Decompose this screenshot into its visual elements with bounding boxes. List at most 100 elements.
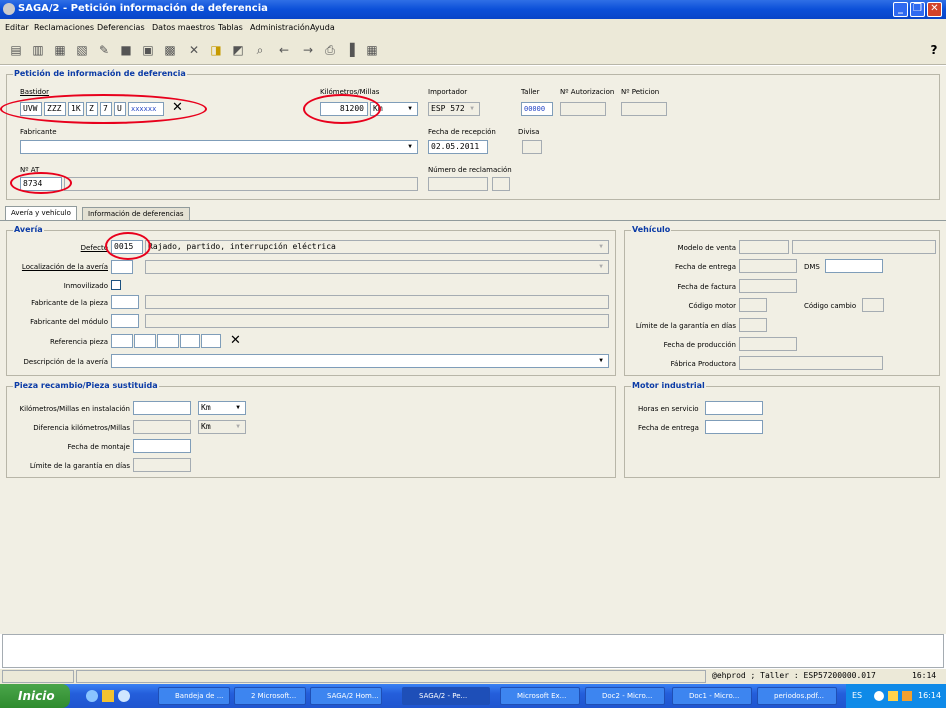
search-icon[interactable]: ⌕ bbox=[252, 43, 268, 57]
num-reclamacion-label: Número de reclamación bbox=[428, 166, 512, 174]
ref-pieza-seg-2[interactable] bbox=[134, 334, 156, 348]
task-doc1[interactable]: Doc1 - Micro... bbox=[672, 687, 752, 705]
menu-deferencias[interactable]: Deferencias bbox=[97, 23, 145, 32]
menu-tablas[interactable]: Tablas bbox=[218, 23, 243, 32]
save-icon[interactable]: ■ bbox=[118, 43, 134, 57]
diferencia-unit: Km bbox=[201, 422, 211, 431]
localizacion-code-input[interactable] bbox=[111, 260, 133, 274]
task-doc2[interactable]: Doc2 - Micro... bbox=[585, 687, 665, 705]
defecto-desc-select[interactable]: Rajado, partido, interrupción eléctrica … bbox=[145, 240, 609, 254]
km-instalacion-input[interactable] bbox=[133, 401, 191, 415]
localizacion-select[interactable]: ▼ bbox=[145, 260, 609, 274]
defecto-label: Defecto bbox=[80, 244, 108, 252]
codigo-cambio-input bbox=[862, 298, 884, 312]
clipboard-icon[interactable]: ▣ bbox=[140, 43, 156, 57]
task-saga-pe[interactable]: SAGA/2 - Pe... bbox=[402, 687, 490, 705]
importador-label: Importador bbox=[428, 88, 468, 96]
menu-editar[interactable]: Editar bbox=[5, 23, 29, 32]
task-bandeja[interactable]: Bandeja de ... bbox=[158, 687, 230, 705]
limite-garantia-pieza-input bbox=[133, 458, 191, 472]
inmovilizado-checkbox[interactable] bbox=[111, 280, 121, 290]
toolbar: ▤ ▥ ▦ ▧ ✎ ■ ▣ ▩ ✕ ◨ ◩ ⌕ ← → ⎙ ▐ ▦ ? bbox=[0, 35, 946, 65]
chevron-down-icon: ▼ bbox=[408, 105, 412, 112]
window-title: SAGA/2 - Petición información de deferen… bbox=[18, 3, 268, 14]
limite-garantia-veh-label: Límite de la garantía en días bbox=[635, 322, 736, 330]
task-excel[interactable]: Microsoft Ex... bbox=[500, 687, 580, 705]
descripcion-select[interactable]: ▼ bbox=[111, 354, 609, 368]
task-saga-home[interactable]: SAGA/2 Hom... bbox=[310, 687, 382, 705]
km-instalacion-unit: Km bbox=[201, 403, 211, 412]
fecha-produccion-label: Fecha de producción bbox=[663, 341, 736, 349]
status-time: 16:14 bbox=[912, 671, 937, 680]
ref-pieza-seg-5[interactable] bbox=[201, 334, 221, 348]
fabrica-input bbox=[739, 356, 883, 370]
diferencia-input bbox=[133, 420, 191, 434]
document-icon[interactable]: ▦ bbox=[52, 43, 68, 57]
outlook-icon[interactable] bbox=[102, 690, 114, 702]
horas-input[interactable] bbox=[705, 401, 763, 415]
calendar-icon[interactable]: ▦ bbox=[364, 43, 380, 57]
fecha-factura-label: Fecha de factura bbox=[677, 283, 736, 291]
chevron-down-icon: ▼ bbox=[470, 105, 474, 112]
localizacion-label: Localización de la avería bbox=[21, 263, 108, 271]
task-periodos[interactable]: periodos.pdf... bbox=[757, 687, 837, 705]
menu-datos-maestros[interactable]: Datos maestros bbox=[152, 23, 215, 32]
cancel-icon[interactable]: ✕ bbox=[186, 43, 202, 57]
new-icon[interactable]: ▤ bbox=[8, 43, 24, 57]
import-icon[interactable]: ◨ bbox=[208, 43, 224, 57]
barcode-icon[interactable]: ▐ bbox=[342, 43, 358, 57]
start-button[interactable]: Inicio bbox=[0, 684, 70, 708]
tray-lang[interactable]: ES bbox=[852, 684, 862, 708]
paste-icon[interactable]: ▩ bbox=[162, 43, 178, 57]
km-instalacion-label: Kilómetros/Millas en instalación bbox=[19, 405, 130, 413]
codigo-cambio-label: Código cambio bbox=[804, 302, 857, 310]
dms-input[interactable] bbox=[825, 259, 883, 273]
browser-icon[interactable] bbox=[118, 690, 130, 702]
km-instalacion-unit-select[interactable]: Km ▼ bbox=[198, 401, 246, 415]
fecha-recepcion-input[interactable]: 02.05.2011 bbox=[428, 140, 488, 154]
fab-modulo-code-input[interactable] bbox=[111, 314, 139, 328]
maximize-button[interactable]: ❐ bbox=[910, 2, 925, 17]
tab-averia-vehiculo[interactable]: Avería y vehículo bbox=[5, 206, 77, 221]
menu-administracion[interactable]: Administración bbox=[250, 23, 310, 32]
status-text: @ehprod ; Taller : ESP57200000.017 bbox=[712, 671, 876, 680]
forward-icon[interactable]: → bbox=[300, 43, 316, 57]
fabricante-label: Fabricante bbox=[20, 128, 57, 136]
clear-ref-pieza-icon[interactable]: ✕ bbox=[230, 334, 241, 347]
back-icon[interactable]: ← bbox=[276, 43, 292, 57]
codigo-motor-label: Código motor bbox=[688, 302, 736, 310]
descripcion-label: Descripción de la avería bbox=[23, 358, 108, 366]
ref-pieza-seg-4[interactable] bbox=[180, 334, 200, 348]
fecha-entrega-motor-input[interactable] bbox=[705, 420, 763, 434]
n-autorizacion-input bbox=[560, 102, 606, 116]
print-icon[interactable]: ⎙ bbox=[322, 43, 338, 57]
tools-icon[interactable]: ✎ bbox=[96, 43, 112, 57]
system-tray: ES 16:14 bbox=[846, 684, 946, 708]
chevron-down-icon: ▼ bbox=[408, 143, 412, 150]
fabricante-select[interactable]: ▼ bbox=[20, 140, 418, 154]
limite-garantia-pieza-label: Límite de la garantía en días bbox=[29, 462, 130, 470]
fecha-montaje-input[interactable] bbox=[133, 439, 191, 453]
menu-ayuda[interactable]: Ayuda bbox=[310, 23, 335, 32]
importador-select[interactable]: ESP 572 ▼ bbox=[428, 102, 480, 116]
inmovilizado-label: Inmovilizado bbox=[63, 282, 108, 290]
fab-pieza-code-input[interactable] bbox=[111, 295, 139, 309]
chevron-down-icon: ▼ bbox=[599, 263, 603, 270]
ie-icon[interactable] bbox=[86, 690, 98, 702]
image-icon[interactable]: ◩ bbox=[230, 43, 246, 57]
delete-doc-icon[interactable]: ▧ bbox=[74, 43, 90, 57]
task-microsoft-2[interactable]: 2 Microsoft... bbox=[234, 687, 306, 705]
help-icon[interactable]: ? bbox=[926, 43, 942, 57]
tray-network-icon bbox=[874, 691, 884, 701]
horas-label: Horas en servicio bbox=[638, 405, 699, 413]
taller-input[interactable]: 00000 bbox=[521, 102, 553, 116]
minimize-button[interactable]: _ bbox=[893, 2, 908, 17]
tab-informacion-deferencias[interactable]: Información de deferencias bbox=[82, 207, 190, 221]
close-button[interactable]: ✕ bbox=[927, 2, 942, 17]
ref-pieza-seg-3[interactable] bbox=[157, 334, 179, 348]
ref-pieza-seg-1[interactable] bbox=[111, 334, 133, 348]
menu-bar: Editar Reclamaciones Deferencias Datos m… bbox=[0, 19, 946, 35]
averia-title: Avería bbox=[13, 225, 44, 234]
copy-icon[interactable]: ▥ bbox=[30, 43, 46, 57]
menu-reclamaciones[interactable]: Reclamaciones bbox=[34, 23, 94, 32]
